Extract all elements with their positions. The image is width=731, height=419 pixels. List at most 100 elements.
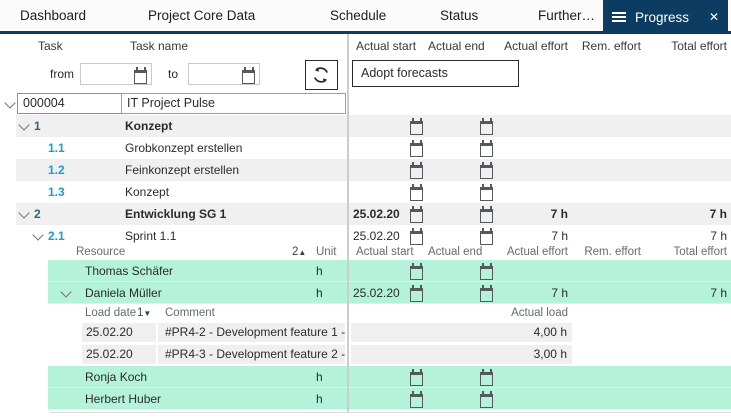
calendar-icon[interactable] bbox=[480, 187, 493, 201]
calendar-icon[interactable] bbox=[410, 187, 423, 201]
resource-name[interactable]: Daniela Müller bbox=[85, 282, 162, 304]
resource-unit: h bbox=[316, 282, 323, 304]
tab-progress[interactable]: Progress ✕ bbox=[603, 0, 728, 34]
menu-icon[interactable] bbox=[612, 12, 626, 22]
progress-window: Dashboard Project Core Data Schedule Sta… bbox=[0, 0, 731, 419]
sort-badge[interactable]: 1▼ bbox=[137, 305, 151, 321]
actual-load-cell[interactable]: 3,00 h bbox=[351, 345, 572, 364]
calendar-icon[interactable] bbox=[480, 372, 493, 386]
col-header-rem-effort[interactable]: Rem. effort bbox=[570, 34, 641, 58]
expander-chevron-icon[interactable] bbox=[32, 229, 43, 240]
col-header-resource[interactable]: Resource bbox=[76, 244, 125, 260]
load-comment-cell[interactable]: #PR4-3 - Development feature 2 - bbox=[158, 345, 345, 364]
resource-row-bg[interactable] bbox=[48, 366, 731, 388]
sort-badge[interactable]: 2▲ bbox=[292, 244, 306, 260]
calendar-icon[interactable] bbox=[410, 231, 423, 245]
col-header-unit[interactable]: Unit bbox=[316, 244, 336, 260]
calendar-icon[interactable] bbox=[480, 143, 493, 157]
row-stripe bbox=[16, 115, 731, 137]
calendar-icon[interactable] bbox=[480, 394, 493, 408]
total-effort-value: 7 h bbox=[650, 282, 727, 304]
col-header-task-name[interactable]: Task name bbox=[130, 34, 188, 58]
calendar-icon[interactable] bbox=[134, 70, 147, 84]
task-name[interactable]: Konzept bbox=[125, 181, 169, 203]
calendar-icon[interactable] bbox=[410, 394, 423, 408]
calendar-icon[interactable] bbox=[410, 165, 423, 179]
tab-schedule[interactable]: Schedule bbox=[330, 0, 386, 31]
close-icon[interactable]: ✕ bbox=[709, 10, 719, 24]
to-label: to bbox=[168, 62, 178, 86]
row-stripe bbox=[16, 159, 731, 181]
col-header-actual-load[interactable]: Actual load bbox=[450, 305, 568, 321]
task-name[interactable]: Konzept bbox=[125, 115, 172, 137]
bottom-separator bbox=[50, 412, 731, 413]
task-name[interactable]: Grobkonzept erstellen bbox=[125, 137, 242, 159]
resource-unit: h bbox=[316, 366, 323, 388]
col-header-actual-effort[interactable]: Actual effort bbox=[495, 244, 568, 260]
resource-name[interactable]: Ronja Koch bbox=[85, 366, 147, 388]
adopt-forecasts-button[interactable]: Adopt forecasts bbox=[352, 60, 519, 87]
calendar-icon[interactable] bbox=[480, 266, 493, 280]
total-effort-value: 7 h bbox=[650, 203, 727, 225]
col-header-rem-effort[interactable]: Rem. effort bbox=[570, 244, 641, 260]
resource-name[interactable]: Thomas Schäfer bbox=[85, 260, 173, 282]
actual-effort-value: 7 h bbox=[495, 203, 568, 225]
from-date-input[interactable] bbox=[80, 63, 152, 85]
resource-unit: h bbox=[316, 260, 323, 282]
resource-name[interactable]: Herbert Huber bbox=[85, 388, 161, 410]
project-id-field[interactable]: 000004 bbox=[17, 93, 122, 114]
task-number: 2.1 bbox=[48, 225, 65, 247]
calendar-icon[interactable] bbox=[480, 121, 493, 135]
col-header-total-effort[interactable]: Total effort bbox=[650, 34, 727, 58]
task-number: 2 bbox=[34, 203, 41, 225]
actual-load-cell[interactable]: 4,00 h bbox=[351, 323, 572, 342]
actual-effort-value: 7 h bbox=[495, 282, 568, 304]
col-header-actual-end[interactable]: Actual end bbox=[428, 34, 485, 58]
tab-progress-label: Progress bbox=[635, 10, 689, 25]
calendar-icon[interactable] bbox=[242, 70, 255, 84]
sort-desc-icon: ▼ bbox=[143, 309, 151, 318]
col-header-total-effort[interactable]: Total effort bbox=[650, 244, 727, 260]
calendar-icon[interactable] bbox=[410, 121, 423, 135]
col-header-actual-start[interactable]: Actual start bbox=[356, 244, 414, 260]
to-date-input[interactable] bbox=[188, 63, 260, 85]
task-name[interactable]: Entwicklung SG 1 bbox=[125, 203, 226, 225]
tab-dashboard[interactable]: Dashboard bbox=[20, 0, 86, 31]
resource-unit: h bbox=[316, 388, 323, 410]
calendar-icon[interactable] bbox=[410, 209, 423, 223]
project-name-field[interactable]: IT Project Pulse bbox=[121, 93, 346, 114]
col-header-actual-effort[interactable]: Actual effort bbox=[495, 34, 568, 58]
task-number: 1.3 bbox=[48, 181, 65, 203]
calendar-icon[interactable] bbox=[480, 231, 493, 245]
col-header-actual-end[interactable]: Actual end bbox=[428, 244, 482, 260]
tab-project-core-data[interactable]: Project Core Data bbox=[148, 0, 255, 31]
task-number: 1.1 bbox=[48, 137, 65, 159]
tab-status[interactable]: Status bbox=[440, 0, 478, 31]
calendar-icon[interactable] bbox=[480, 288, 493, 302]
calendar-icon[interactable] bbox=[410, 266, 423, 280]
from-label: from bbox=[50, 62, 74, 86]
refresh-button[interactable] bbox=[305, 60, 338, 90]
task-number: 1.2 bbox=[48, 159, 65, 181]
sort-asc-icon: ▲ bbox=[298, 248, 306, 257]
load-date-cell[interactable]: 25.02.20 bbox=[82, 323, 156, 342]
task-name[interactable]: Feinkonzept erstellen bbox=[125, 159, 239, 181]
col-header-actual-start[interactable]: Actual start bbox=[356, 34, 416, 58]
col-header-load-date[interactable]: Load date bbox=[85, 305, 136, 321]
col-header-comment[interactable]: Comment bbox=[165, 305, 215, 321]
expander-chevron-icon[interactable] bbox=[4, 97, 15, 108]
refresh-icon bbox=[311, 65, 331, 85]
calendar-icon[interactable] bbox=[410, 288, 423, 302]
task-name[interactable]: Sprint 1.1 bbox=[125, 225, 176, 247]
calendar-icon[interactable] bbox=[480, 209, 493, 223]
col-header-task[interactable]: Task bbox=[38, 34, 63, 58]
task-number: 1 bbox=[34, 115, 41, 137]
calendar-icon[interactable] bbox=[410, 372, 423, 386]
actual-start-value: 25.02.20 bbox=[353, 203, 400, 225]
calendar-icon[interactable] bbox=[480, 165, 493, 179]
pane-divider bbox=[347, 34, 349, 412]
load-comment-cell[interactable]: #PR4-2 - Development feature 1 - bbox=[158, 323, 345, 342]
tab-further[interactable]: Further… bbox=[538, 0, 595, 31]
load-date-cell[interactable]: 25.02.20 bbox=[82, 345, 156, 364]
calendar-icon[interactable] bbox=[410, 143, 423, 157]
